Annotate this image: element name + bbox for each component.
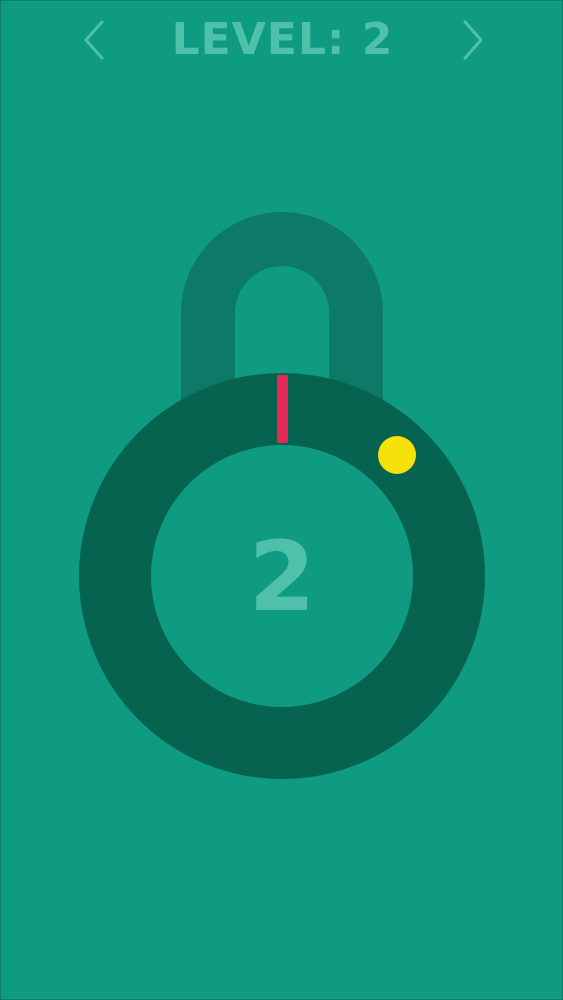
game-screen: LEVEL: 2 2 [0, 0, 563, 1000]
target-dot [378, 436, 416, 474]
lock-needle [277, 375, 288, 443]
padlock[interactable]: 2 [1, 1, 563, 1000]
remaining-count: 2 [248, 521, 316, 633]
padlock-graphic [79, 212, 485, 779]
